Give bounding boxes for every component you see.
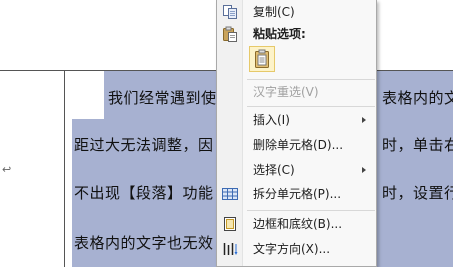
- split-cells-icon: [222, 186, 238, 202]
- table-column-divider[interactable]: [64, 70, 65, 267]
- menu-item-label: 选择(C): [253, 163, 295, 177]
- table-cell-text-line[interactable]: 距过大无法调整，因: [74, 135, 214, 155]
- paragraph-mark-icon: ↩: [2, 163, 12, 176]
- menu-item-text-direction[interactable]: 文字方向(X)...: [217, 238, 376, 260]
- menu-item-hanzi-reselect[interactable]: 汉字重选(V): [217, 81, 376, 103]
- menu-item-label: 文字方向(X)...: [253, 242, 331, 256]
- table-cell-text-line[interactable]: 表格内的文字也无效: [74, 233, 214, 253]
- borders-icon: [222, 216, 238, 232]
- table-cell-text-line[interactable]: 时，单击右: [382, 135, 453, 155]
- submenu-arrow-icon: [362, 117, 366, 123]
- table-cell-text-line[interactable]: 时，设置行: [382, 183, 453, 203]
- submenu-arrow-icon: [362, 167, 366, 173]
- context-menu: 复制(C) 粘贴选项: 汉字重选(V) 插入(I) 删除单元格(D)... 选择…: [216, 0, 377, 267]
- menu-separator: [247, 210, 375, 211]
- paste-keep-text-icon: [255, 49, 269, 68]
- menu-item-insert[interactable]: 插入(I): [217, 109, 376, 131]
- table-cell-text-line[interactable]: 我们经常遇到使: [108, 88, 217, 108]
- menu-item-label: 边框和底纹(B)...: [253, 217, 343, 231]
- menu-item-select[interactable]: 选择(C): [217, 159, 376, 181]
- menu-item-split-cells[interactable]: 拆分单元格(P)...: [217, 183, 376, 205]
- menu-item-label: 删除单元格(D)...: [253, 138, 344, 152]
- menu-separator: [247, 79, 375, 80]
- menu-item-label: 粘贴选项:: [253, 27, 306, 41]
- menu-item-label: 拆分单元格(P)...: [253, 187, 342, 201]
- menu-item-label: 复制(C): [253, 5, 295, 19]
- menu-item-delete-cells[interactable]: 删除单元格(D)...: [217, 134, 376, 156]
- copy-icon: [222, 4, 238, 20]
- menu-item-label: 汉字重选(V): [253, 85, 319, 99]
- paste-keep-text-button[interactable]: [249, 46, 275, 72]
- menu-item-label: 插入(I): [253, 113, 290, 127]
- text-direction-icon: [222, 241, 238, 257]
- table-cell-text-line[interactable]: 不出现【段落】功能: [74, 183, 214, 203]
- menu-item-copy[interactable]: 复制(C): [217, 1, 376, 23]
- paste-icon: [222, 26, 238, 42]
- menu-separator: [247, 106, 375, 107]
- menu-item-paste-options: 粘贴选项:: [217, 23, 376, 45]
- table-cell-text-line[interactable]: 表格内的文: [382, 88, 453, 108]
- menu-item-borders-shading[interactable]: 边框和底纹(B)...: [217, 213, 376, 235]
